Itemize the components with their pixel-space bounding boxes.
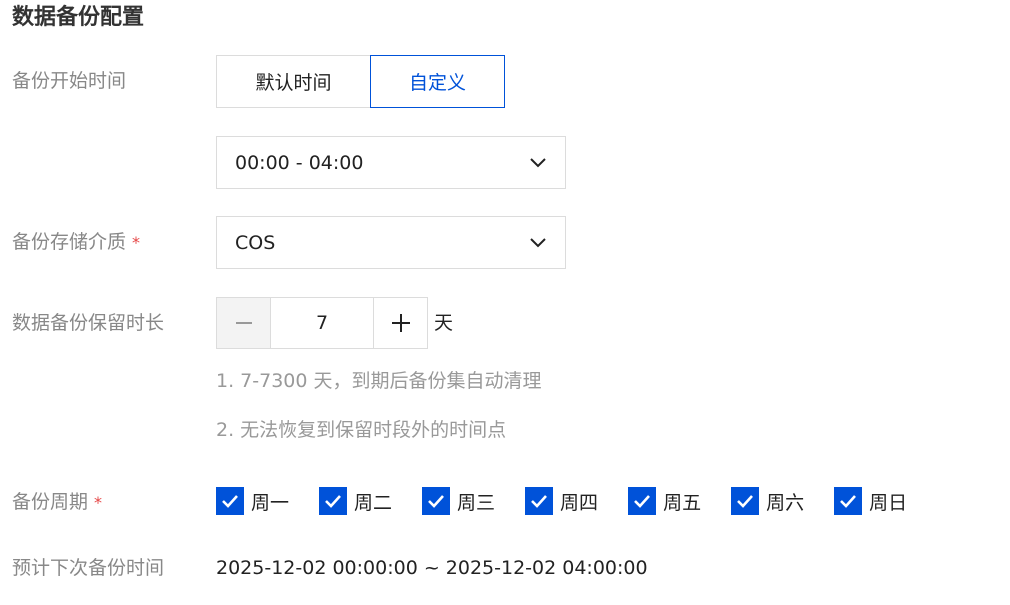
checkbox-friday[interactable]: 周五 [628,486,701,516]
checkbox-label: 周日 [869,491,908,514]
time-range-select[interactable]: 00:00 - 04:00 [216,136,566,189]
decrement-button[interactable] [216,297,270,349]
backup-start-label: 备份开始时间 [12,70,127,92]
checkbox-label: 周五 [663,491,702,514]
retention-hint-1: 1. 7-7300 天，到期后备份集自动清理 [216,370,542,392]
checkbox-saturday[interactable]: 周六 [731,486,804,516]
increment-button[interactable] [374,297,428,349]
retention-stepper: 7 [216,297,428,349]
check-icon [319,487,348,515]
storage-value: COS [235,231,276,254]
cycle-label-text: 备份周期 [12,491,89,513]
check-icon [216,487,244,515]
checkbox-label: 周四 [560,491,599,514]
backup-start-segmented: 默认时间 自定义 [216,55,505,108]
check-icon [422,487,451,515]
checkbox-wednesday[interactable]: 周三 [422,486,495,516]
custom-time-option[interactable]: 自定义 [370,55,505,108]
section-title: 数据备份配置 [12,5,145,30]
chevron-down-icon [529,154,547,172]
checkbox-thursday[interactable]: 周四 [525,486,598,516]
cycle-checkbox-group: 周一 周二 周三 周四 周五 周六 周日 [216,486,937,516]
checkbox-label: 周二 [354,491,393,514]
check-icon [628,487,657,515]
check-icon [834,487,863,515]
checkbox-tuesday[interactable]: 周二 [319,486,392,516]
checkbox-label: 周一 [251,491,290,514]
retention-value[interactable]: 7 [270,297,374,349]
minus-icon [235,322,252,324]
cycle-label: 备份周期 * [12,489,102,516]
checkbox-label: 周六 [766,491,805,514]
chevron-down-icon [529,234,547,252]
storage-select[interactable]: COS [216,216,566,269]
next-backup-label: 预计下次备份时间 [12,557,165,579]
next-backup-value: 2025-12-02 00:00:00 ~ 2025-12-02 04:00:0… [216,557,648,579]
storage-label-text: 备份存储介质 [12,231,127,253]
check-icon [731,487,760,515]
retention-hint-2: 2. 无法恢复到保留时段外的时间点 [216,419,507,441]
check-icon [525,487,554,515]
plus-icon [391,314,410,332]
retention-unit: 天 [434,312,454,334]
time-range-value: 00:00 - 04:00 [235,151,364,174]
retention-label: 数据备份保留时长 [12,312,165,334]
checkbox-monday[interactable]: 周一 [216,486,289,516]
required-mark: * [132,233,141,252]
checkbox-label: 周三 [457,491,496,514]
checkbox-sunday[interactable]: 周日 [834,486,907,516]
required-mark: * [94,493,103,512]
default-time-option[interactable]: 默认时间 [216,55,370,108]
backup-config-page: 数据备份配置 备份开始时间 默认时间 自定义 00:00 - 04:00 备份存… [0,0,1010,605]
storage-label: 备份存储介质 * [12,229,140,256]
